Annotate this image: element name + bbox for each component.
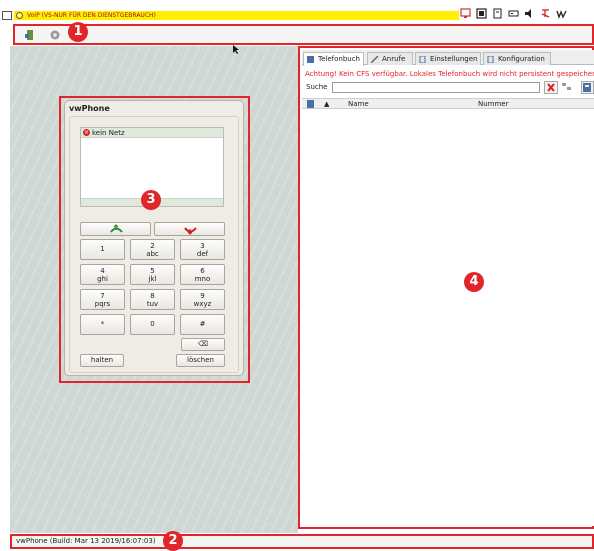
window-titlebar: VoIP (VS-NUR FÜR DEN DIENSTGEBRAUCH) (0, 0, 594, 22)
pen-icon (371, 56, 379, 63)
key-digit: 9 (200, 292, 205, 300)
delete-button[interactable]: löschen (176, 354, 225, 367)
annotation-badge-1: 1 (68, 22, 88, 42)
key-letters: abc (146, 250, 159, 258)
exit-door-icon[interactable] (24, 29, 36, 41)
system-tray (460, 6, 567, 20)
add-contact-button[interactable] (581, 81, 594, 94)
tray-language-icon[interactable] (540, 8, 551, 19)
annotation-badge-3: 3 (141, 190, 161, 210)
tray-network-icon[interactable] (508, 8, 519, 19)
phone-display-status: × kein Netz (81, 128, 223, 138)
key-letters: wxyz (193, 300, 212, 308)
tab-konfiguration[interactable]: Konfiguration (483, 52, 551, 65)
filter-icon (562, 83, 571, 90)
filter-button[interactable] (561, 81, 575, 94)
key-digit: 5 (150, 267, 155, 275)
key-digit: 3 (200, 242, 205, 250)
tab-label: Einstellungen (430, 55, 478, 63)
keypad-key[interactable]: 7 pqrs (80, 289, 125, 310)
phonebook-panel: Telefonbuch Anrufe Einstellungen Konfigu… (302, 50, 594, 526)
keypad-key[interactable]: * (80, 314, 125, 335)
key-digit: 0 (150, 320, 155, 328)
contact-column-icon (307, 100, 314, 108)
document-icon (419, 56, 426, 63)
keypad-key[interactable]: 2 abc (130, 239, 175, 260)
annotation-badge-4: 4 (464, 272, 484, 292)
annotation-badge-2: 2 (163, 531, 183, 551)
clear-search-button[interactable] (544, 81, 558, 94)
key-letters: def (196, 250, 209, 258)
key-letters: tuv (146, 300, 159, 308)
panel-tabbar: Telefonbuch Anrufe Einstellungen Konfigu… (302, 50, 594, 66)
keypad-key[interactable]: # (180, 314, 225, 335)
tab-label: Anrufe (382, 55, 406, 63)
main-toolbar (13, 24, 594, 45)
phone-status-text: kein Netz (92, 128, 125, 137)
column-header-number[interactable]: Nummer (478, 99, 509, 109)
cfs-warning-text: Achtung! Kein CFS verfügbar. Lokales Tel… (305, 70, 594, 78)
build-info-text: vwPhone (Build: Mar 13 2019/16:07:03) (16, 537, 156, 545)
keypad-key[interactable]: 0 (130, 314, 175, 335)
keypad-key[interactable]: 3 def (180, 239, 225, 260)
window-checkbox-icon[interactable] (2, 11, 12, 20)
tray-clipboard-icon[interactable] (492, 8, 503, 19)
keypad-key[interactable]: 9 wxyz (180, 289, 225, 310)
key-letters: pqrs (94, 300, 111, 308)
keypad-key[interactable]: 6 mno (180, 264, 225, 285)
tray-clock-icon[interactable] (556, 8, 567, 19)
backspace-button[interactable]: ⌫ (181, 338, 225, 351)
tab-einstellungen[interactable]: Einstellungen (415, 52, 481, 65)
pickup-phone-icon (110, 224, 123, 233)
key-digit: 8 (150, 292, 155, 300)
tray-volume-icon[interactable] (524, 8, 535, 19)
key-digit: 4 (100, 267, 105, 275)
key-letters: mno (194, 275, 211, 283)
key-digit: * (100, 320, 105, 328)
search-label: Suche (306, 83, 328, 91)
keypad-key[interactable]: 4 ghi (80, 264, 125, 285)
status-bar: vwPhone (Build: Mar 13 2019/16:07:03) (10, 534, 594, 549)
phonebook-table-header: ▲ Name Nummer (302, 98, 594, 109)
tray-window-icon[interactable] (476, 7, 487, 19)
tab-telefonbuch[interactable]: Telefonbuch (303, 52, 364, 66)
settings-gear-icon[interactable] (49, 29, 61, 41)
key-digit: 7 (100, 292, 105, 300)
phone-title: vwPhone (69, 104, 110, 113)
keypad-key[interactable]: 5 jkl (130, 264, 175, 285)
window-title: VoIP (VS-NUR FÜR DEN DIENSTGEBRAUCH) (27, 12, 156, 19)
hangup-button[interactable] (154, 222, 225, 236)
red-x-icon (547, 83, 555, 92)
tray-screen-icon[interactable] (460, 7, 471, 19)
keypad-key[interactable]: 8 tuv (130, 289, 175, 310)
key-letters: jkl (148, 275, 157, 283)
no-network-icon: × (83, 129, 90, 136)
sort-indicator[interactable]: ▲ (324, 99, 329, 109)
key-digit: 1 (100, 245, 105, 253)
key-digit: 2 (150, 242, 155, 250)
keypad-key[interactable]: 1 (80, 239, 125, 260)
add-contact-icon (583, 83, 591, 92)
pickup-button[interactable] (80, 222, 151, 236)
search-input[interactable] (332, 82, 540, 93)
phonebook-table-body[interactable] (302, 109, 594, 526)
key-digit: 6 (200, 267, 205, 275)
column-header-name[interactable]: Name (348, 99, 369, 109)
tab-label: Konfiguration (498, 55, 545, 63)
tab-label: Telefonbuch (318, 55, 360, 63)
app-status-icon (16, 12, 23, 19)
phonebook-icon (307, 56, 314, 63)
key-digit: # (199, 320, 206, 328)
tab-anrufe[interactable]: Anrufe (367, 52, 413, 65)
key-letters: ghi (97, 275, 108, 283)
mouse-cursor-icon (233, 45, 239, 54)
hangup-phone-icon (184, 227, 197, 235)
hold-button[interactable]: halten (80, 354, 124, 367)
document-icon (487, 56, 494, 63)
